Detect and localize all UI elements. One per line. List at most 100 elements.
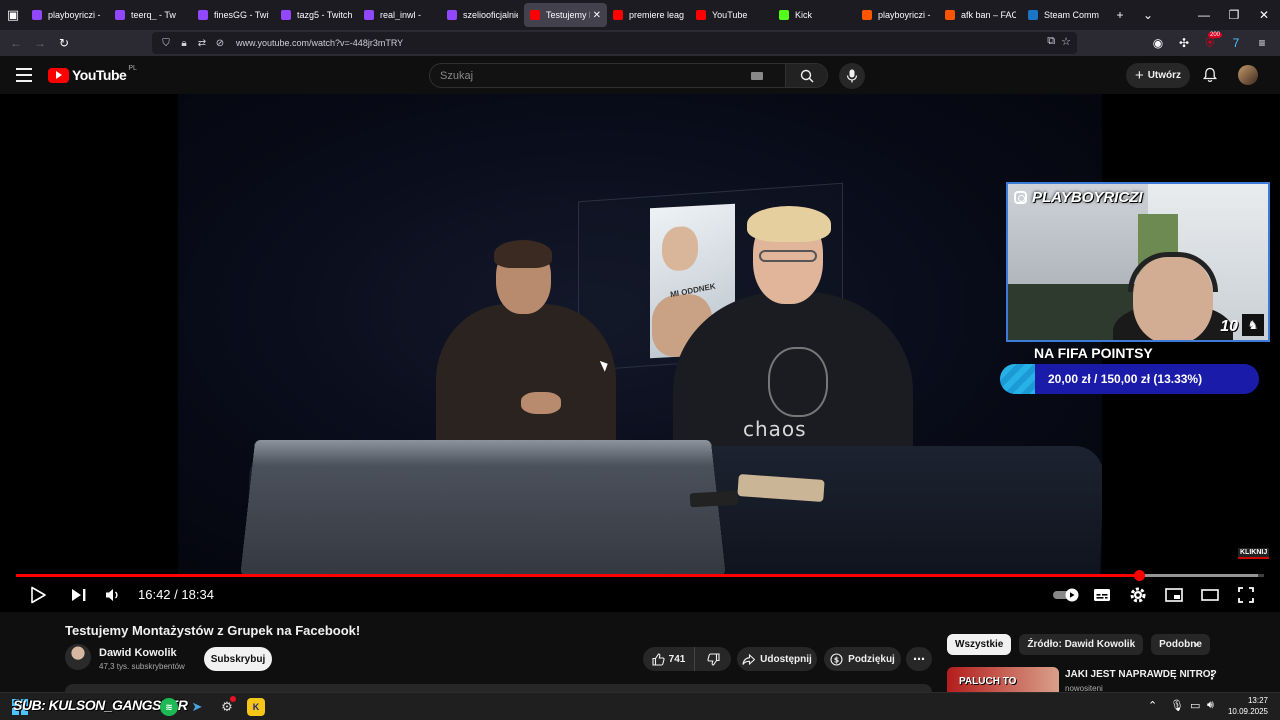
recommendation-menu-icon[interactable]: ⋮ xyxy=(1206,668,1218,682)
keyboard-icon[interactable] xyxy=(751,71,763,80)
share-button[interactable]: Udostępnij xyxy=(737,647,817,671)
browser-tab[interactable]: Testujemy M✕ xyxy=(524,3,607,27)
phone-dark xyxy=(689,490,739,508)
new-tab-icon[interactable]: + xyxy=(1106,0,1134,30)
tray-overflow-icon[interactable]: ⌃ xyxy=(1148,699,1157,712)
play-icon[interactable] xyxy=(25,582,51,608)
browser-tab[interactable]: Steam Commu xyxy=(1022,3,1105,27)
clock-time: 13:27 xyxy=(1247,696,1268,705)
address-bar[interactable]: ⛉ 🔒︎ ⇄ ⊘ www.youtube.com/watch?v=-448jr3… xyxy=(152,32,1077,54)
instagram-icon xyxy=(1014,191,1027,204)
next-icon[interactable] xyxy=(66,582,92,608)
restore-icon[interactable]: ❐ xyxy=(1220,0,1248,30)
volume-icon[interactable] xyxy=(100,582,126,608)
speaker-icon[interactable]: 🔊︎ xyxy=(1207,699,1214,712)
like-button[interactable]: 741 xyxy=(643,647,695,671)
browser-tab[interactable]: playboyriczi - F xyxy=(856,3,939,27)
lock-icon[interactable]: 🔒︎ xyxy=(176,38,192,49)
permissions-icon[interactable]: ⇄ xyxy=(194,38,210,49)
browser-tab[interactable]: szeliooficjalnie - xyxy=(441,3,524,27)
search-box[interactable]: Szukaj xyxy=(429,63,828,88)
youtube-play-icon xyxy=(48,67,69,83)
minimize-icon[interactable]: — xyxy=(1190,0,1218,30)
recommendation-title[interactable]: JAKI JEST NAPRAWDĘ NITRO? xyxy=(1065,669,1217,680)
country-code: PL xyxy=(128,64,137,72)
search-input[interactable]: Szukaj xyxy=(440,70,751,82)
browser-tab[interactable]: teerq_ - Tw xyxy=(109,3,192,27)
spotify-icon[interactable]: ≋ xyxy=(160,698,178,716)
create-button[interactable]: + Utwórz xyxy=(1126,63,1190,88)
autoplay-blocked-icon[interactable]: ⊘ xyxy=(212,38,228,49)
bookmark-star-icon[interactable]: ☆ xyxy=(1061,35,1071,48)
twitch-icon xyxy=(364,10,374,20)
settings-gear-icon[interactable] xyxy=(1125,582,1151,608)
browser-tab[interactable]: finesGG - Twitc xyxy=(192,3,275,27)
laptop xyxy=(240,439,726,574)
channel-avatar[interactable] xyxy=(65,644,91,670)
url-text: www.youtube.com/watch?v=-448jr3mTRY xyxy=(236,38,404,48)
user-avatar[interactable] xyxy=(1238,65,1258,85)
ublock-icon[interactable]: ⛨ 200 xyxy=(1198,31,1223,55)
description-box[interactable] xyxy=(65,684,932,692)
recommendation-thumbnail[interactable]: PALUCH TO xyxy=(947,667,1059,692)
reload-icon[interactable]: ↻ xyxy=(52,31,76,55)
back-icon[interactable]: ← xyxy=(4,31,28,55)
app-icon[interactable]: K xyxy=(247,698,265,716)
subscriber-count: 47,3 tys. subskrybentów xyxy=(99,662,185,671)
clock-date: 10.09.2025 xyxy=(1227,707,1268,716)
hamburger-menu-icon[interactable] xyxy=(16,68,32,82)
video-player[interactable]: MI ODDNEK chaos PLAYBOYRICZI 10 ♞ NA FIF… xyxy=(0,94,1280,612)
notifications-bell-icon[interactable] xyxy=(1202,67,1218,83)
steam-icon[interactable]: ⚙ xyxy=(218,696,236,716)
extensions-icon[interactable]: ✣ xyxy=(1172,31,1196,55)
browser-tab[interactable]: playboyriczi - T xyxy=(26,3,109,27)
like-count: 741 xyxy=(668,653,686,665)
browser-tab[interactable]: YouTube xyxy=(690,3,773,27)
network-icon[interactable]: ▭ xyxy=(1190,699,1200,712)
filter-chip[interactable]: Podobne xyxy=(1151,634,1210,655)
watch-metadata: Testujemy Montażystów z Grupek na Facebo… xyxy=(0,612,1280,693)
theater-mode-icon[interactable] xyxy=(1197,582,1223,608)
extension-7tv-icon[interactable]: 7 xyxy=(1224,31,1248,55)
browser-tab[interactable]: premiere league xyxy=(607,3,690,27)
telegram-icon[interactable]: ➤ xyxy=(188,698,206,716)
more-actions-icon[interactable]: ⋯ xyxy=(906,647,932,671)
miniplayer-icon[interactable] xyxy=(1161,582,1187,608)
shield-icon[interactable]: ⛉ xyxy=(158,38,174,49)
tab-list-icon[interactable]: ▣ xyxy=(0,0,26,30)
video-frame[interactable]: MI ODDNEK chaos xyxy=(178,94,1102,574)
search-button[interactable] xyxy=(785,64,827,87)
account-icon[interactable]: ◉ xyxy=(1146,31,1170,55)
forward-icon[interactable]: → xyxy=(28,31,52,55)
player-controls: 16:42 / 18:34 xyxy=(0,580,1280,610)
browser-tab[interactable]: real_inwl - xyxy=(358,3,441,27)
menu-icon[interactable]: ≡ xyxy=(1250,31,1274,55)
browser-tab[interactable]: afk ban – FACEI xyxy=(939,3,1022,27)
microphone-tray-icon[interactable]: 🎙︎ xyxy=(1170,699,1184,712)
system-clock[interactable]: 13:27 10.09.2025 xyxy=(1228,695,1268,717)
youtube-logo[interactable]: YouTube PL xyxy=(48,64,137,83)
thanks-button[interactable]: $ Podziękuj xyxy=(824,647,901,671)
browser-tab[interactable]: Kick xyxy=(773,3,856,27)
picture-in-picture-icon[interactable]: ⧉ xyxy=(1047,35,1055,48)
browser-tab[interactable]: tazg5 - Twitch xyxy=(275,3,358,27)
filter-chip[interactable]: Wszystkie xyxy=(947,634,1012,655)
voice-search-button[interactable] xyxy=(839,63,865,89)
chevron-down-icon[interactable]: ⌄ xyxy=(1134,0,1162,30)
fullscreen-icon[interactable] xyxy=(1233,582,1259,608)
streamer-handle: PLAYBOYRICZI xyxy=(1014,189,1143,206)
autoplay-toggle-icon[interactable] xyxy=(1051,582,1081,608)
filter-chip[interactable]: Źródło: Dawid Kowolik xyxy=(1019,634,1144,655)
time-display: 16:42 / 18:34 xyxy=(138,587,214,602)
chevron-right-icon[interactable]: › xyxy=(1194,639,1198,651)
progress-bar[interactable] xyxy=(16,570,1264,581)
subtitles-icon[interactable] xyxy=(1089,582,1115,608)
dislike-button[interactable] xyxy=(695,647,731,671)
channel-name[interactable]: Dawid Kowolik xyxy=(99,647,177,659)
close-tab-icon[interactable]: ✕ xyxy=(593,10,601,21)
youtube-icon xyxy=(696,10,706,20)
close-window-icon[interactable]: ✕ xyxy=(1250,0,1278,30)
subscribe-button[interactable]: Subskrybuj xyxy=(204,647,272,671)
search-icon xyxy=(800,69,813,82)
svg-text:$: $ xyxy=(834,655,839,664)
